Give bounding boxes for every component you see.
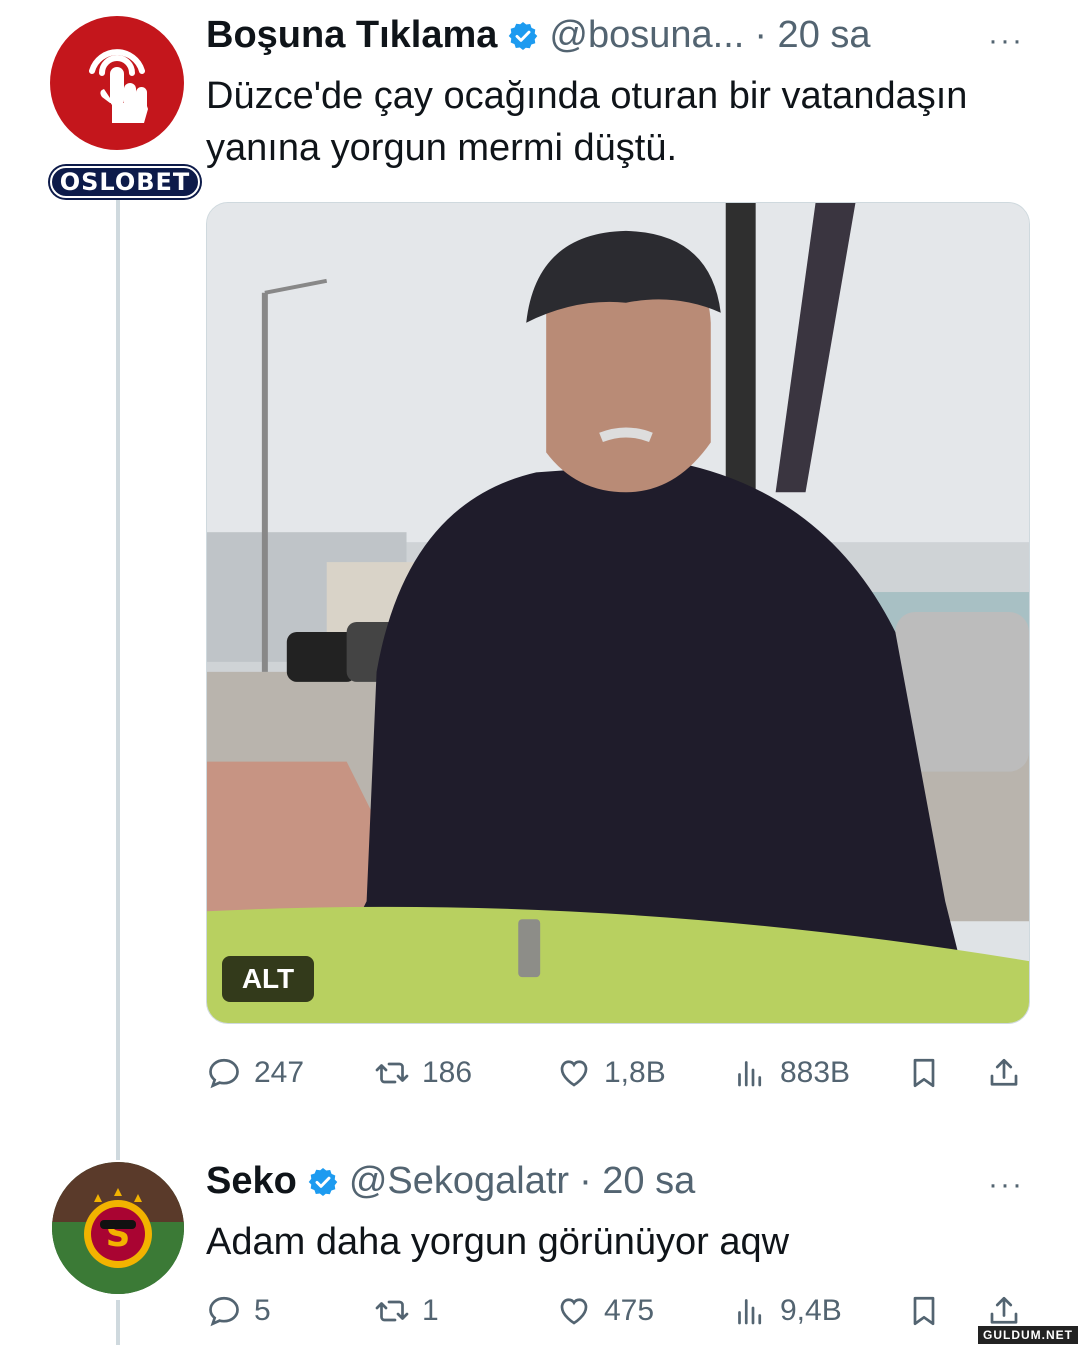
bookmark-button[interactable]	[906, 1286, 954, 1336]
tweet2-handle[interactable]: @Sekogalatr	[349, 1160, 569, 1203]
thread-connector-line-bottom	[116, 1300, 120, 1345]
reply-icon	[209, 1296, 239, 1327]
more-icon[interactable]: ···	[988, 1168, 1024, 1202]
tweet2-action-bar: 5 1 475 9,4B	[206, 1286, 1030, 1336]
retweet-count: 186	[422, 1056, 473, 1089]
avatar-seko[interactable]: S	[52, 1162, 184, 1294]
views-icon	[738, 1299, 762, 1325]
tweet1-media-photo[interactable]	[206, 202, 1030, 1024]
reply-button[interactable]: 5	[206, 1286, 271, 1336]
reply-count: 5	[254, 1294, 271, 1327]
share-icon	[990, 1296, 1018, 1324]
site-watermark: GULDUM.NET	[978, 1326, 1078, 1344]
views-icon	[738, 1061, 762, 1087]
tweet1-text: Düzce'de çay ocağında oturan bir vatanda…	[206, 75, 968, 169]
retweet-button[interactable]: 186	[374, 1048, 472, 1098]
oslobet-badge: OSLOBET	[50, 166, 200, 198]
views-count: 9,4B	[780, 1294, 842, 1327]
tweet2-text: Adam daha yorgun görünüyor aqw	[206, 1221, 790, 1263]
bookmark-icon	[913, 1058, 935, 1088]
retweet-icon	[375, 1300, 409, 1322]
tap-hand-icon	[89, 49, 148, 123]
retweet-count: 1	[422, 1294, 439, 1327]
tweet1-author-name[interactable]: Boşuna Tıklama	[206, 14, 497, 57]
verified-icon	[308, 1167, 338, 1196]
bookmark-button[interactable]	[906, 1048, 954, 1098]
tweet1-header: Boşuna Tıklama @bosuna... · 20 sa	[206, 14, 871, 57]
like-count: 1,8B	[604, 1056, 666, 1089]
like-icon	[560, 1298, 588, 1325]
like-count: 475	[604, 1294, 655, 1327]
photo-old-man-at-table	[207, 203, 1029, 1023]
retweet-button[interactable]: 1	[374, 1286, 439, 1336]
reply-count: 247	[254, 1056, 305, 1089]
views-button[interactable]: 883B	[732, 1048, 850, 1098]
alt-text-badge[interactable]: ALT	[222, 956, 314, 1002]
tweet2-time[interactable]: · 20 sa	[579, 1160, 695, 1203]
tweet1-handle[interactable]: @bosuna...	[549, 14, 744, 57]
thread-connector-line	[116, 200, 120, 1160]
more-icon[interactable]: ···	[988, 24, 1024, 58]
tweet2-header: Seko @Sekogalatr · 20 sa	[206, 1160, 695, 1203]
like-icon	[560, 1060, 588, 1087]
tweet1-time[interactable]: · 20 sa	[754, 14, 870, 57]
reply-button[interactable]: 247	[206, 1048, 304, 1098]
retweet-icon	[375, 1062, 409, 1084]
like-button[interactable]: 475	[556, 1286, 654, 1336]
like-button[interactable]: 1,8B	[556, 1048, 666, 1098]
views-button[interactable]: 9,4B	[732, 1286, 842, 1336]
tweet1-action-bar: 247 186 1,8B 883B	[206, 1048, 1030, 1098]
galatasaray-crest-avatar: S	[52, 1162, 184, 1294]
bookmark-icon	[913, 1296, 935, 1326]
tweet2-author-name[interactable]: Seko	[206, 1160, 297, 1203]
share-button[interactable]	[986, 1048, 1034, 1098]
avatar-bosuna-tiklama[interactable]	[50, 16, 184, 150]
share-icon	[990, 1058, 1018, 1086]
verified-icon	[509, 21, 538, 50]
reply-icon	[209, 1058, 239, 1089]
views-count: 883B	[780, 1056, 851, 1089]
